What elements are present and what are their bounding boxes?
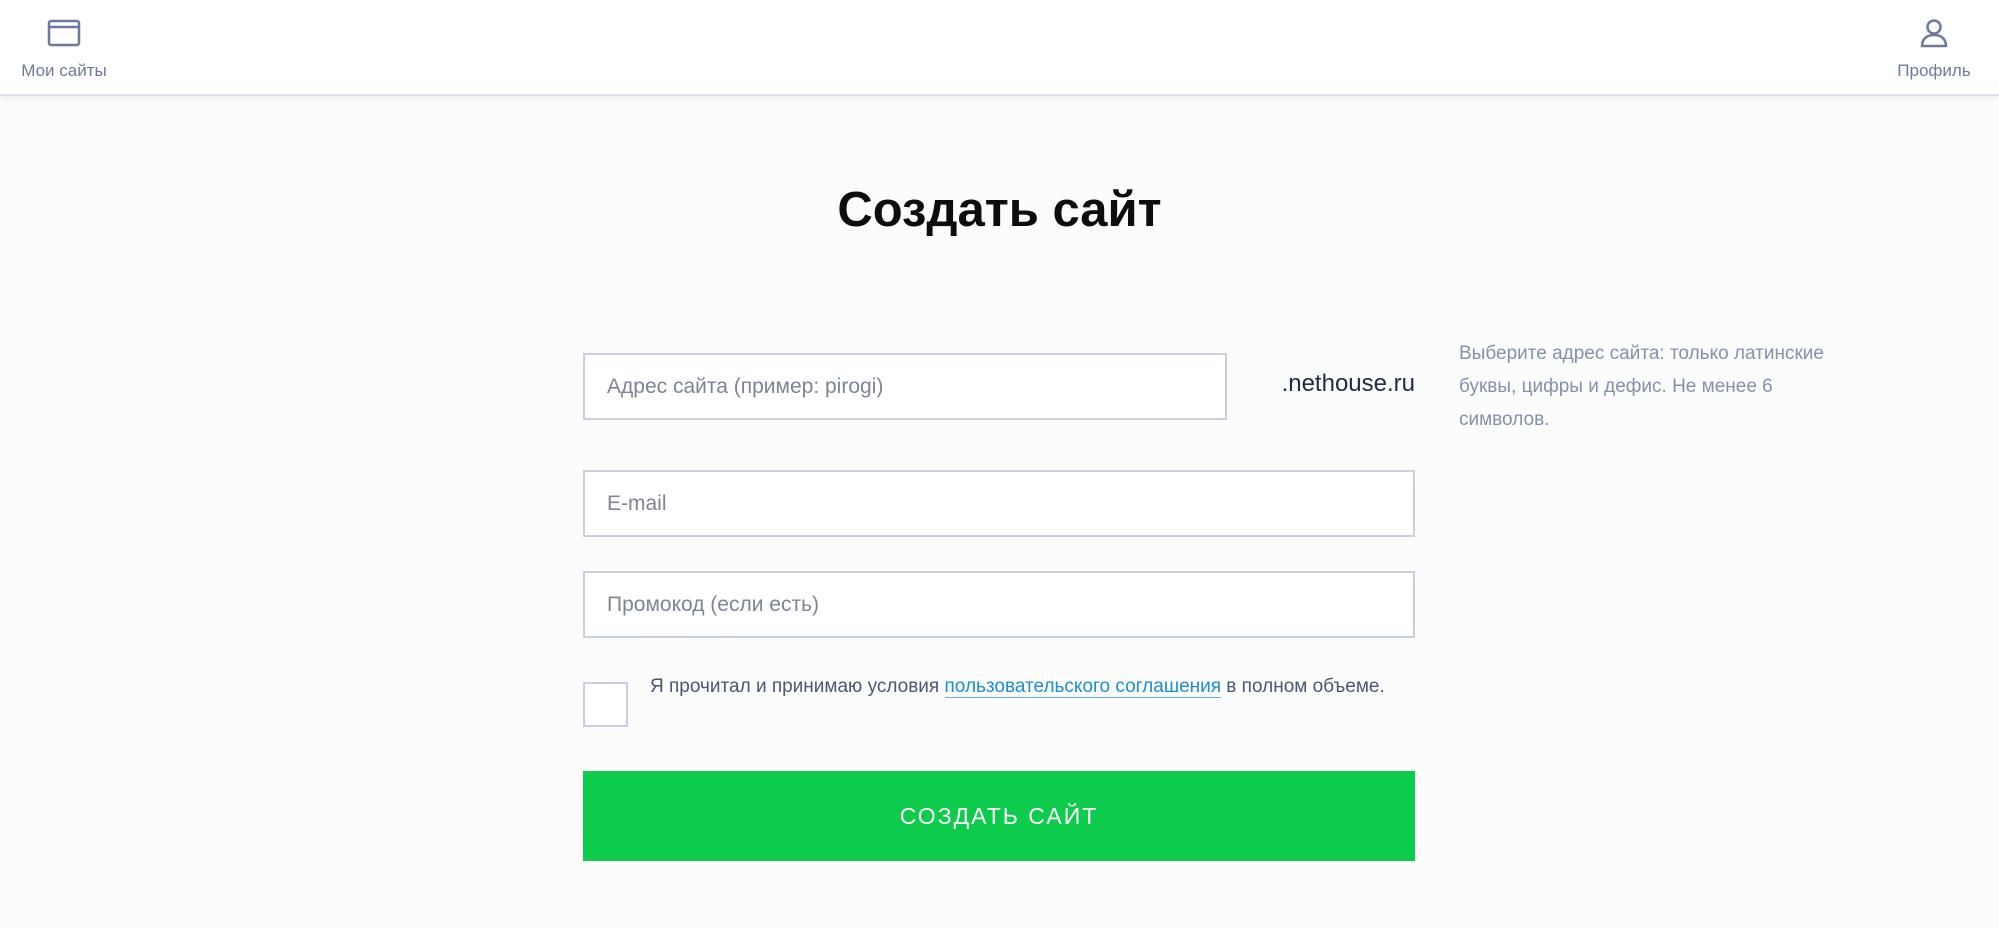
promo-code-input[interactable] <box>583 571 1415 638</box>
browser-window-icon <box>47 19 81 47</box>
page-title: Создать сайт <box>837 183 1162 237</box>
site-address-input[interactable] <box>583 353 1227 420</box>
agreement-text-before: Я прочитал и принимаю условия <box>650 676 945 697</box>
nav-profile[interactable]: Профиль <box>1885 0 1983 94</box>
top-nav-bar: Мои сайты Профиль <box>0 0 1999 96</box>
agreement-checkbox[interactable] <box>583 682 628 727</box>
user-icon <box>1920 19 1948 48</box>
create-site-button[interactable]: СОЗДАТЬ САЙТ <box>583 771 1415 861</box>
agreement-text: Я прочитал и принимаю условия пользовате… <box>650 670 1410 704</box>
email-input[interactable] <box>583 470 1415 537</box>
agreement-text-after: в полном объеме. <box>1221 676 1385 697</box>
domain-suffix: .nethouse.ru <box>1281 370 1415 397</box>
address-hint: Выберите адрес сайта: только латинские б… <box>1459 343 1824 430</box>
nav-my-sites[interactable]: Мои сайты <box>14 0 114 94</box>
nav-my-sites-label: Мои сайты <box>21 61 107 80</box>
user-agreement-link[interactable]: пользовательского соглашения <box>944 676 1222 698</box>
nav-profile-label: Профиль <box>1897 61 1971 80</box>
